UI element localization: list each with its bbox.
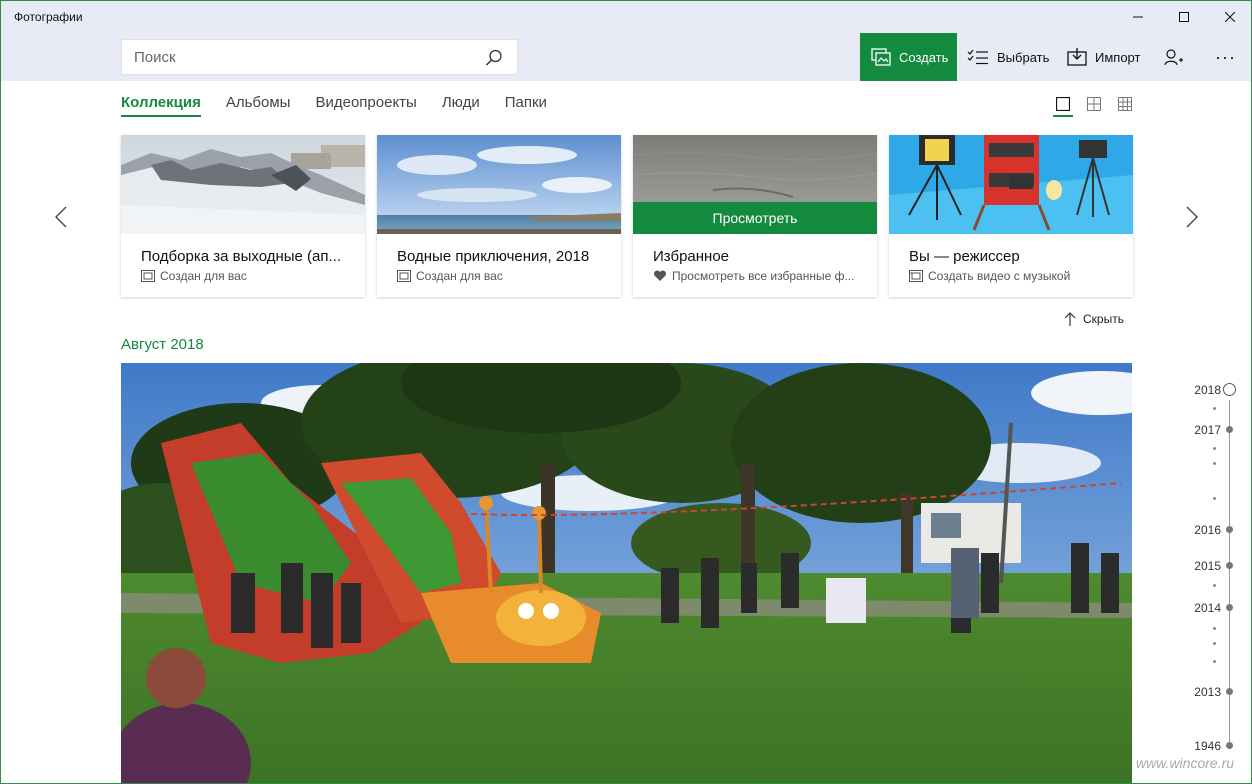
create-icon xyxy=(871,48,891,66)
card-subtitle: Создать видео с музыкой xyxy=(909,269,1070,283)
checklist-icon xyxy=(967,49,988,65)
timeline-node[interactable] xyxy=(1226,604,1233,611)
card-subtitle-text: Создан для вас xyxy=(416,269,503,283)
photo-tile[interactable] xyxy=(121,363,1132,783)
timeline-dot xyxy=(1213,462,1216,465)
search-input[interactable] xyxy=(122,40,462,74)
small-view-toggle[interactable] xyxy=(1115,95,1135,117)
create-button[interactable]: Создать xyxy=(860,33,957,81)
album-card[interactable]: Водные приключения, 2018 Создан для вас xyxy=(377,135,621,297)
medium-view-toggle[interactable] xyxy=(1084,95,1104,117)
chevron-left-icon xyxy=(55,206,67,228)
watermark: www.wincore.ru xyxy=(1136,755,1235,771)
header-toolbar: Создать Выбрать Импорт xyxy=(1,33,1251,81)
select-button[interactable]: Выбрать xyxy=(967,33,1049,81)
timeline-node[interactable] xyxy=(1226,742,1233,749)
timeline-node[interactable] xyxy=(1226,526,1233,533)
timeline-year[interactable]: 1946 xyxy=(1194,739,1221,753)
carousel-prev-button[interactable] xyxy=(51,201,71,233)
nav-tabs: Коллекция Альбомы Видеопроекты Люди Папк… xyxy=(121,94,572,117)
photos-window: Фотографии Создать xyxy=(0,0,1252,784)
close-button[interactable] xyxy=(1207,1,1251,33)
card-subtitle-text: Просмотреть все избранные ф... xyxy=(672,269,855,283)
album-card[interactable]: Вы — режиссер Создать видео с музыкой xyxy=(889,135,1133,297)
video-icon xyxy=(909,270,923,282)
arrow-up-icon xyxy=(1064,312,1076,326)
import-button[interactable]: Импорт xyxy=(1067,33,1140,81)
tab-people[interactable]: Люди xyxy=(442,94,480,117)
tab-video-projects[interactable]: Видеопроекты xyxy=(315,94,416,117)
timeline-current-marker[interactable] xyxy=(1223,383,1236,396)
create-label: Создать xyxy=(899,49,949,65)
add-person-button[interactable] xyxy=(1164,33,1192,81)
timeline-dot xyxy=(1213,447,1216,450)
maximize-button[interactable] xyxy=(1161,1,1207,33)
import-label: Импорт xyxy=(1095,49,1141,65)
card-title: Вы — режиссер xyxy=(909,248,1020,265)
card-subtitle: Создан для вас xyxy=(141,269,247,283)
album-thumbnail-winter xyxy=(121,135,365,234)
view-size-toggles xyxy=(1053,95,1146,117)
album-icon xyxy=(397,270,411,282)
timeline-node[interactable] xyxy=(1226,688,1233,695)
timeline-node[interactable] xyxy=(1226,426,1233,433)
timeline-year[interactable]: 2016 xyxy=(1194,523,1221,537)
album-icon xyxy=(141,270,155,282)
timeline-year[interactable]: 2013 xyxy=(1194,685,1221,699)
search-box xyxy=(121,39,518,75)
album-thumbnail-water: Просмотреть xyxy=(633,135,877,234)
minimize-icon xyxy=(1133,16,1143,18)
timeline-year[interactable]: 2017 xyxy=(1194,423,1221,437)
more-button[interactable]: ··· xyxy=(1215,33,1236,81)
timeline-year[interactable]: 2018 xyxy=(1194,383,1221,397)
timeline-year[interactable]: 2015 xyxy=(1194,559,1221,573)
view-favorites-button[interactable]: Просмотреть xyxy=(633,202,877,234)
timeline-dot xyxy=(1213,627,1216,630)
carousel-next-button[interactable] xyxy=(1182,201,1202,233)
album-card[interactable]: Подборка за выходные (ап... Создан для в… xyxy=(121,135,365,297)
hide-label: Скрыть xyxy=(1083,312,1124,326)
title-bar: Фотографии xyxy=(1,1,1251,33)
minimize-button[interactable] xyxy=(1115,1,1161,33)
month-header: Август 2018 xyxy=(121,336,204,353)
card-subtitle-text: Создать видео с музыкой xyxy=(928,269,1071,283)
close-icon xyxy=(1225,12,1235,22)
timeline-scrubber[interactable]: 2018 2017 2016 2015 2014 2013 1946 xyxy=(1181,371,1241,761)
card-subtitle: Просмотреть все избранные ф... xyxy=(653,269,854,283)
tab-folders[interactable]: Папки xyxy=(505,94,547,117)
timeline-dot xyxy=(1213,642,1216,645)
timeline-dot xyxy=(1213,407,1216,410)
hide-button[interactable]: Скрыть xyxy=(1064,312,1124,326)
select-label: Выбрать xyxy=(997,49,1050,65)
card-title: Подборка за выходные (ап... xyxy=(141,248,341,265)
card-title: Водные приключения, 2018 xyxy=(397,248,590,265)
album-thumbnail-director xyxy=(889,135,1133,234)
timeline-dot xyxy=(1213,497,1216,500)
tab-collection[interactable]: Коллекция xyxy=(121,94,201,117)
medium-tiles-icon xyxy=(1087,97,1101,111)
app-title: Фотографии xyxy=(14,10,83,24)
timeline-node[interactable] xyxy=(1226,562,1233,569)
timeline-dot xyxy=(1213,660,1216,663)
timeline-dot xyxy=(1213,584,1216,587)
large-view-toggle[interactable] xyxy=(1053,95,1073,117)
import-icon xyxy=(1067,48,1087,66)
card-subtitle: Создан для вас xyxy=(397,269,503,283)
maximize-icon xyxy=(1179,12,1189,22)
search-icon[interactable] xyxy=(485,49,503,67)
heart-icon xyxy=(653,270,667,281)
album-card[interactable]: Просмотреть Избранное Просмотреть все из… xyxy=(633,135,877,297)
tab-albums[interactable]: Альбомы xyxy=(226,94,291,117)
add-person-icon xyxy=(1164,49,1183,66)
card-subtitle-text: Создан для вас xyxy=(160,269,247,283)
card-title: Избранное xyxy=(653,248,730,265)
timeline-year[interactable]: 2014 xyxy=(1194,601,1221,615)
album-thumbnail-sea xyxy=(377,135,621,234)
chevron-right-icon xyxy=(1186,206,1198,228)
large-tiles-icon xyxy=(1056,97,1070,111)
small-tiles-icon xyxy=(1118,97,1132,111)
